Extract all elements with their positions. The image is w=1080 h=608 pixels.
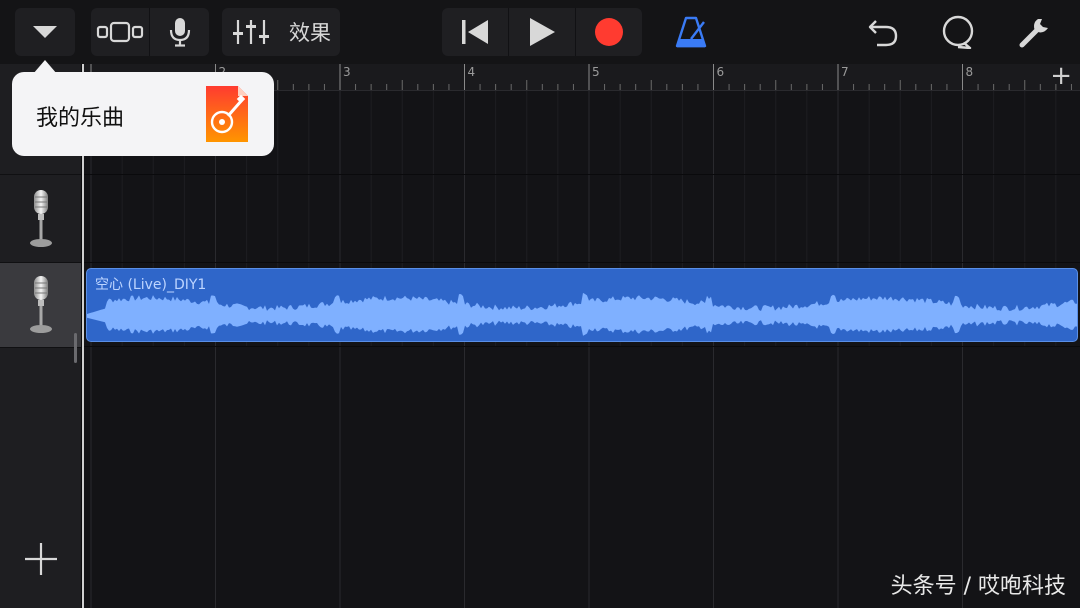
record-button[interactable] <box>576 8 642 56</box>
chevron-down-icon <box>33 26 57 38</box>
my-songs-popup[interactable]: 我的乐曲 <box>12 72 274 156</box>
mixer-button[interactable] <box>222 8 280 56</box>
wrench-icon <box>1019 19 1048 48</box>
audio-region[interactable]: 空心 (Live)_DIY1 <box>86 268 1078 342</box>
track-header-3[interactable] <box>0 263 81 348</box>
lane-separator <box>83 262 1080 263</box>
microphone-icon <box>29 190 52 247</box>
ruler-bar-number: 5 <box>592 65 600 79</box>
play-button[interactable] <box>509 8 575 56</box>
mixer-sliders-icon <box>233 20 269 44</box>
play-icon <box>530 18 555 46</box>
ruler-bar-number: 6 <box>717 65 725 79</box>
metronome-button[interactable] <box>668 8 714 56</box>
control-bar: 效果 <box>0 0 1080 64</box>
my-songs-group <box>15 8 75 56</box>
skip-to-start-icon <box>462 20 488 44</box>
lane-separator <box>83 346 1080 347</box>
ruler-bar-number: 7 <box>841 65 849 79</box>
instrument-button[interactable] <box>150 8 209 56</box>
tracks-view-icon <box>96 21 144 43</box>
undo-icon <box>868 20 898 47</box>
ruler-bar-number: 8 <box>966 65 974 79</box>
tracks-area[interactable] <box>83 91 1080 608</box>
track-header-2[interactable] <box>0 176 81 263</box>
tracks-view-button[interactable] <box>91 8 149 56</box>
waveform-shape <box>87 292 1077 336</box>
my-songs-label: 我的乐曲 <box>36 106 125 131</box>
settings-button[interactable] <box>1012 8 1058 56</box>
effects-button[interactable]: 效果 <box>280 8 340 56</box>
add-section-button[interactable]: + <box>1050 64 1072 90</box>
audio-waveform <box>87 292 1077 336</box>
watermark: 头条号 / 哎咆科技 <box>890 574 1066 599</box>
view-group <box>91 8 209 56</box>
transport-group <box>442 8 642 56</box>
garageband-icon <box>206 86 248 142</box>
loop-browser-icon <box>942 15 974 49</box>
add-track-button[interactable] <box>22 540 60 578</box>
track-list-scroll-handle[interactable] <box>74 333 77 363</box>
microphone-icon <box>169 18 190 47</box>
mix-group: 效果 <box>222 8 340 56</box>
microphone-icon <box>29 276 52 333</box>
my-songs-button[interactable] <box>15 8 75 56</box>
ruler-bar-number: 4 <box>468 65 476 79</box>
timeline-grid <box>90 91 1057 608</box>
record-icon <box>595 18 623 46</box>
metronome-icon <box>675 16 707 48</box>
undo-button[interactable] <box>860 8 906 56</box>
go-to-start-button[interactable] <box>442 8 508 56</box>
lane-separator <box>83 174 1080 175</box>
effects-label: 效果 <box>289 21 331 45</box>
ruler-bar-number: 3 <box>343 65 351 79</box>
loop-browser-button[interactable] <box>935 8 981 56</box>
